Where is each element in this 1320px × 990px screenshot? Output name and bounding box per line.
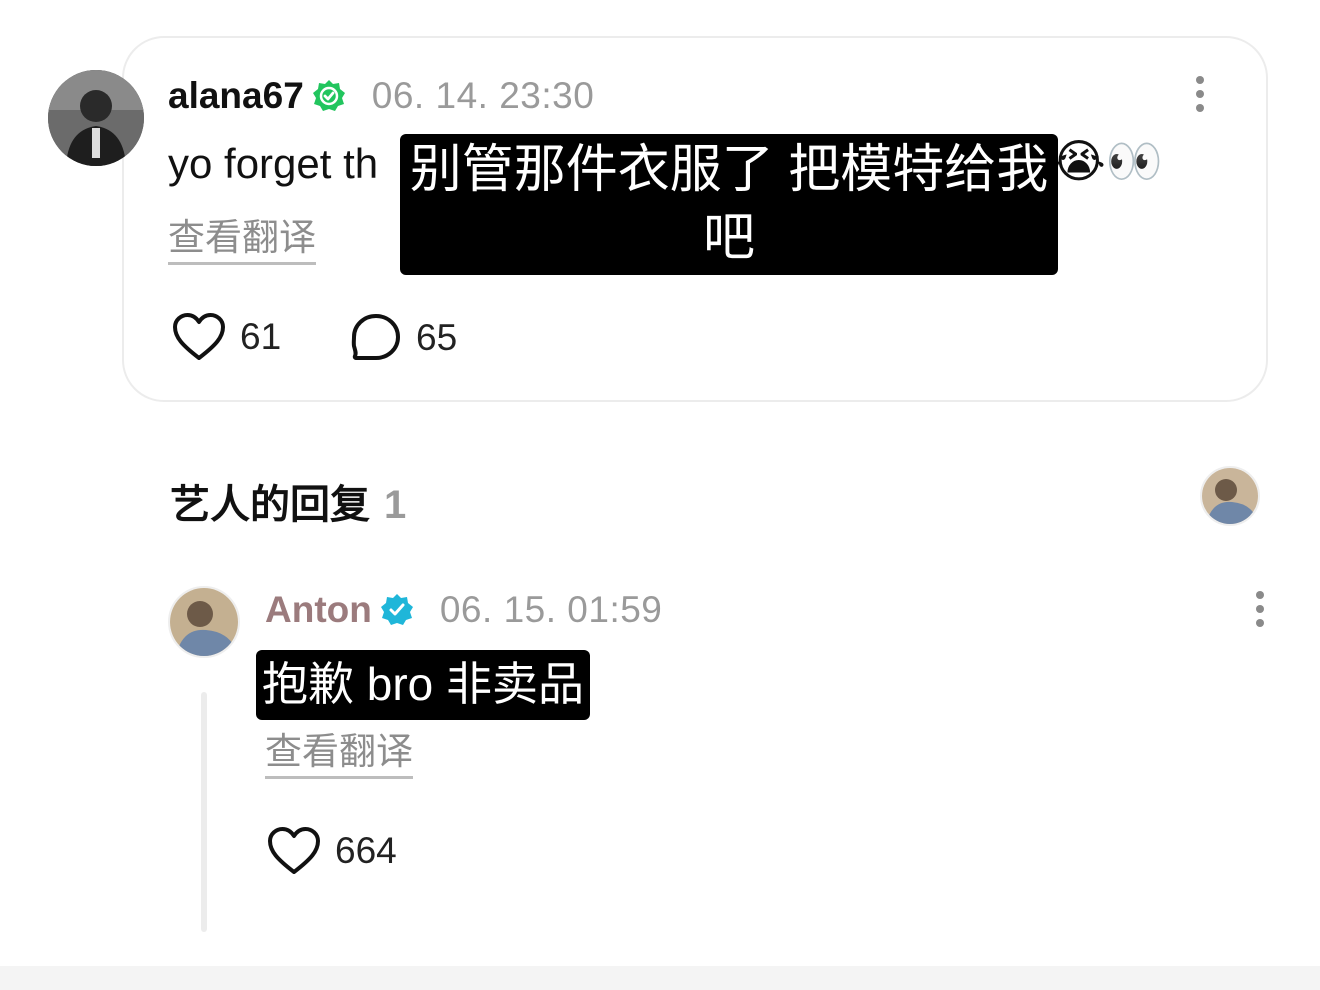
user-avatar[interactable]	[48, 70, 144, 166]
verified-check-icon	[380, 594, 413, 625]
translation-overlay: 别管那件衣服了 把模特给我吧	[400, 134, 1058, 275]
artist-avatar-small[interactable]	[1200, 466, 1260, 526]
artist-replies-heading: 艺人的回复 1	[170, 472, 406, 530]
more-options-icon[interactable]	[1254, 591, 1266, 633]
reply-bubble-icon	[351, 314, 400, 360]
reply-button[interactable]: 65	[350, 312, 457, 364]
like-button[interactable]: 664	[267, 826, 397, 876]
comment-timestamp: 06. 14. 23:30	[371, 75, 595, 116]
reply-header: Anton 06. 15. 01:59	[265, 586, 662, 634]
heart-icon	[173, 313, 225, 360]
like-count: 664	[335, 830, 397, 871]
comment-text: yo forget th	[168, 140, 379, 187]
more-options-icon[interactable]	[1194, 76, 1206, 118]
reply-timestamp: 06. 15. 01:59	[439, 589, 663, 630]
heart-icon	[268, 827, 320, 874]
thread-line	[201, 692, 207, 932]
reply-count: 65	[416, 317, 458, 358]
emoji-suffix: 😭👀	[1052, 135, 1164, 187]
artist-avatar[interactable]	[168, 586, 240, 658]
view-translation-link[interactable]: 查看翻译	[265, 730, 413, 779]
comment-header: alana67 06. 14. 23:30	[168, 72, 594, 120]
bottom-divider	[0, 966, 1320, 990]
view-translation-link[interactable]: 查看翻译	[168, 216, 316, 265]
artist-replies-title: 艺人的回复	[170, 483, 370, 527]
like-count: 61	[240, 316, 282, 357]
reply-username[interactable]: Anton	[265, 589, 372, 631]
reply-text: 抱歉 bro 非卖品	[256, 650, 591, 720]
verified-check-icon	[312, 80, 345, 111]
artist-replies-count: 1	[384, 483, 407, 527]
comment-username[interactable]: alana67	[168, 75, 304, 117]
like-button[interactable]: 61	[172, 312, 281, 362]
